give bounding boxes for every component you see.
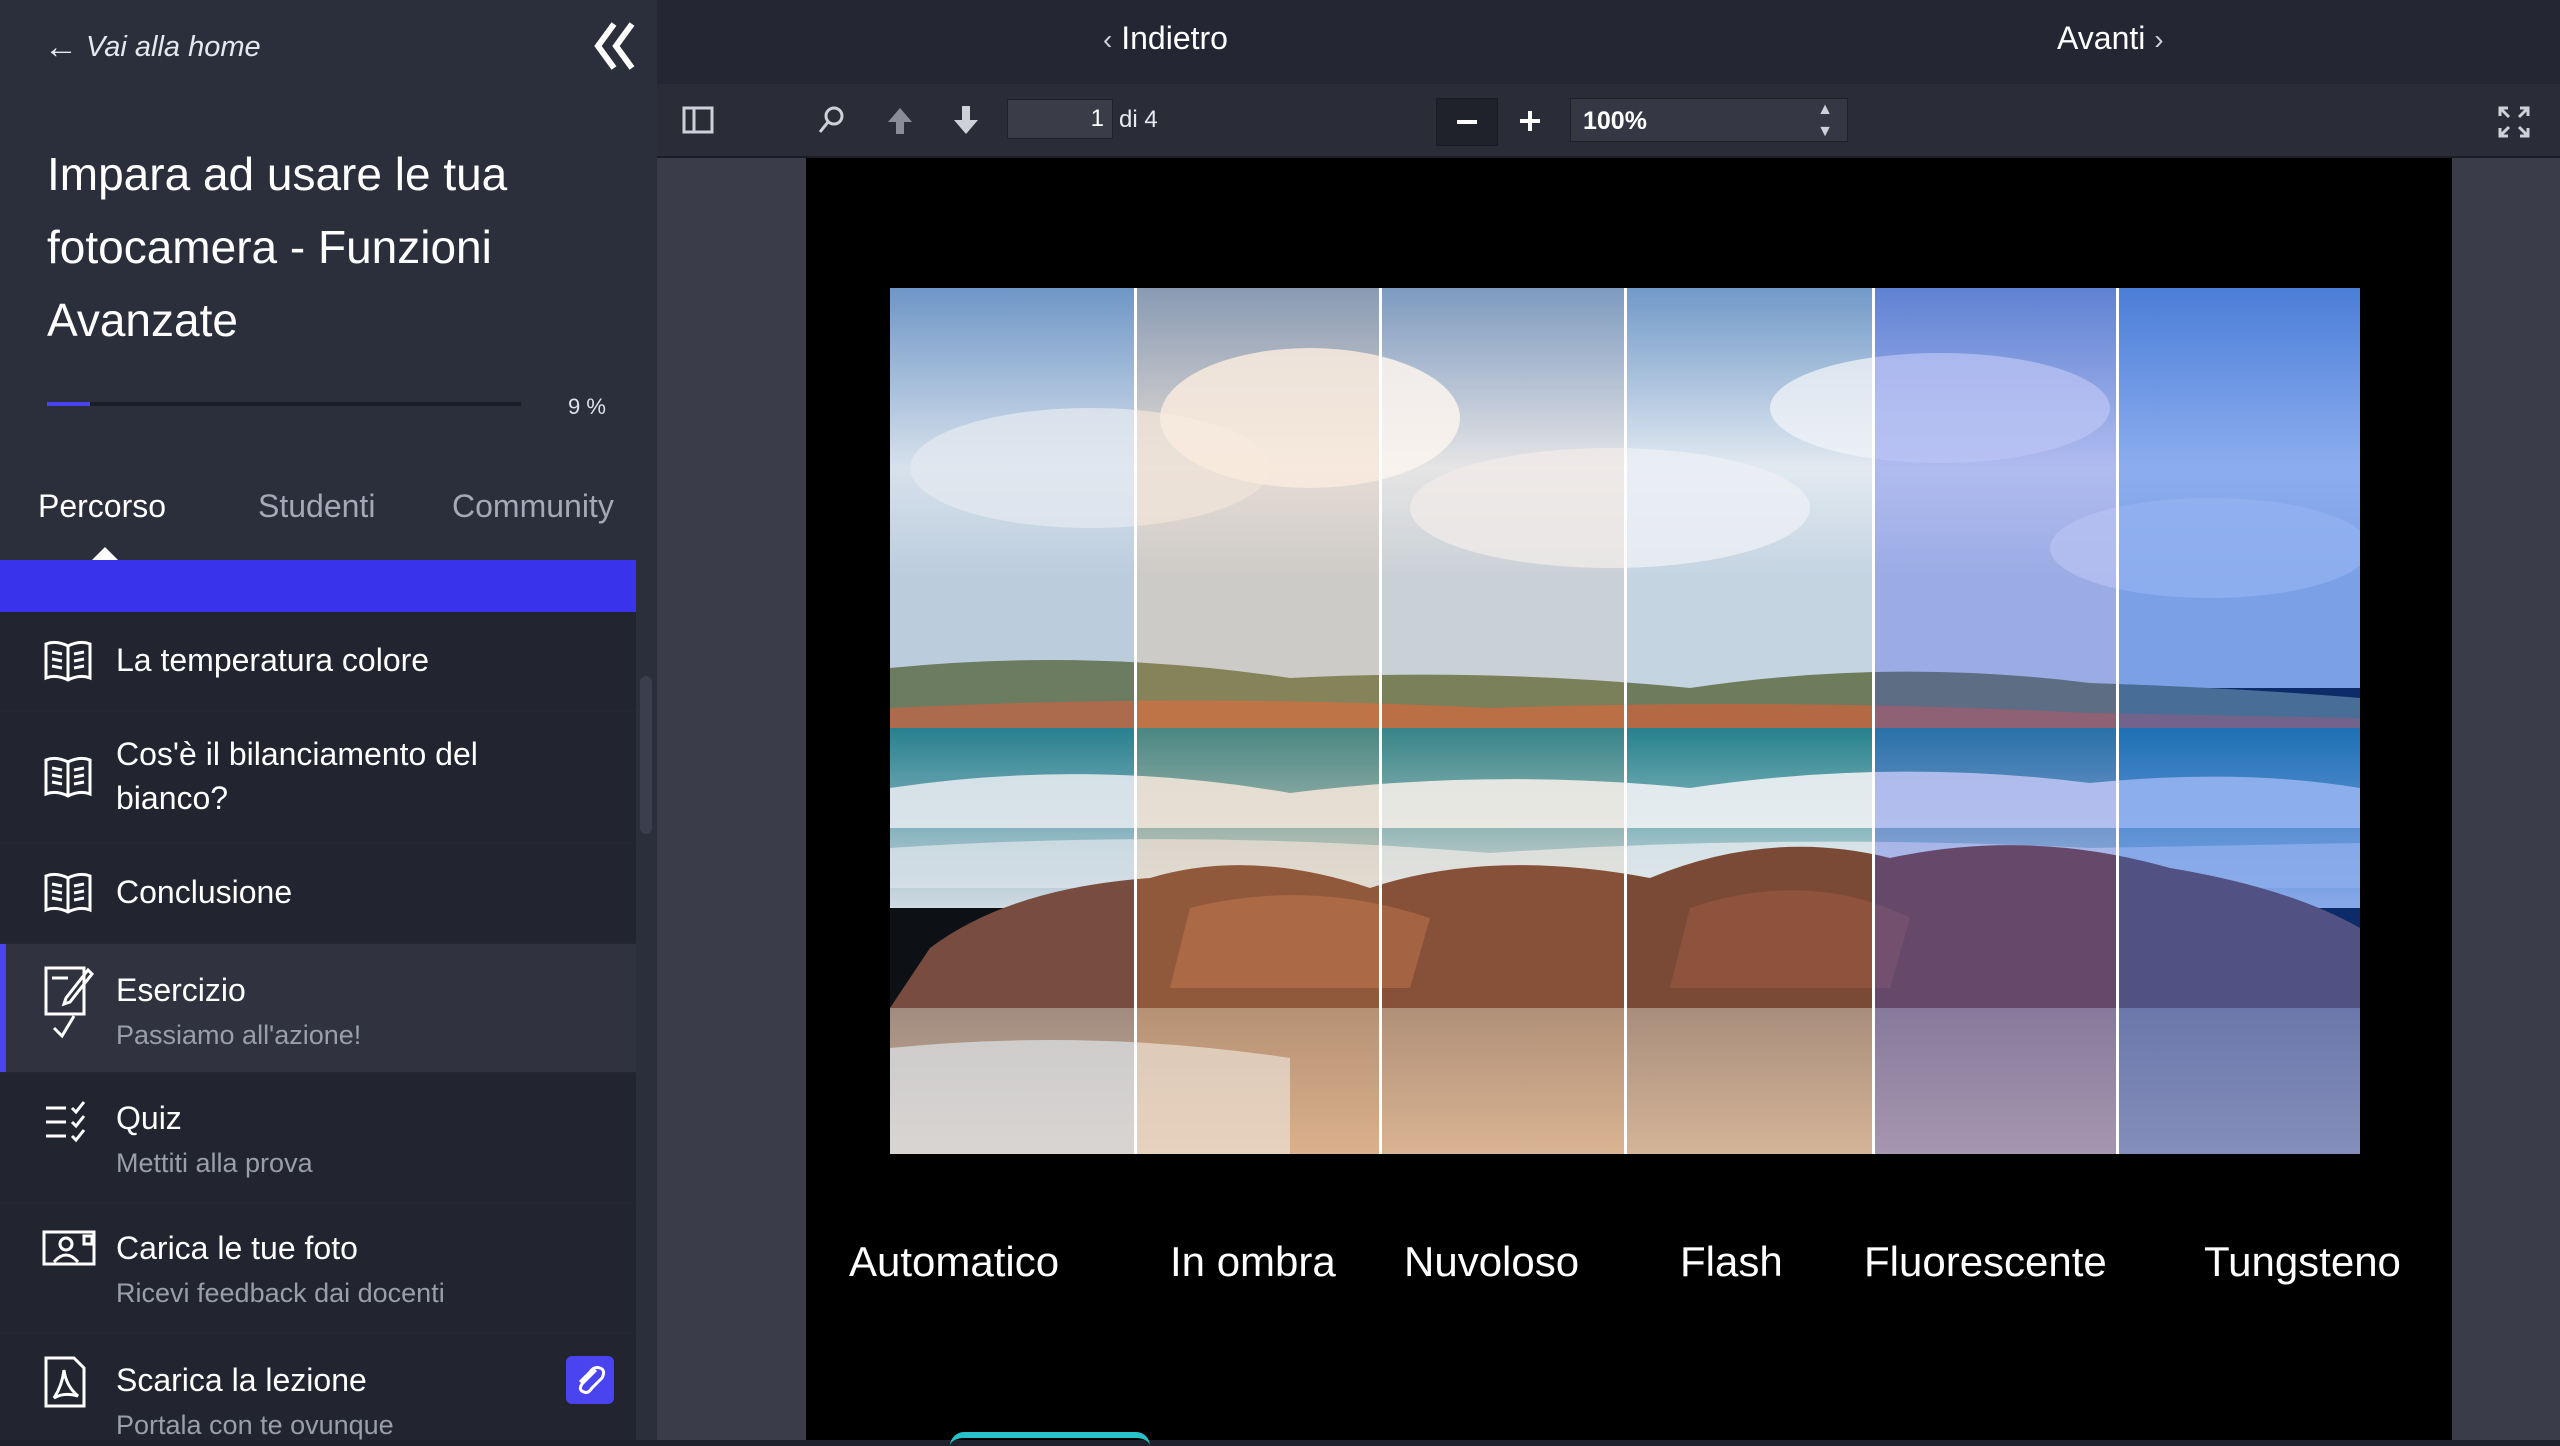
lesson-label: Quiz [116,1100,182,1136]
caption-automatico: Automatico [849,1238,1060,1285]
book-icon [42,866,94,918]
caption-fluorescente: Fluorescente [1864,1238,2107,1285]
white-balance-comparison-image [890,288,2360,1154]
lesson-subtitle: Passiamo all'azione! [116,1020,362,1050]
previous-button[interactable]: ‹ Indietro [1103,20,1228,57]
lesson-list: La temperatura colore Cos'è il bilanciam… [0,612,636,1440]
minus-icon [1437,120,1497,149]
search-icon[interactable] [814,102,850,138]
arrow-down-icon[interactable] [948,102,984,138]
sidebar-toggle-icon[interactable] [680,102,716,138]
lesson-label: La temperatura colore [116,642,430,678]
zoom-out-button[interactable] [1436,98,1498,146]
list-item[interactable]: Esercizio Passiamo all'azione! [0,944,636,1074]
course-progress-percent: 9 % [568,394,606,419]
lesson-label: Esercizio [116,972,246,1008]
page-number-input[interactable]: 1 [1007,99,1113,139]
caption-in-ombra: In ombra [1170,1238,1336,1285]
list-item[interactable]: Carica le tue foto Ricevi feedback dai d… [0,1204,636,1334]
tab-studenti[interactable]: Studenti [258,488,375,525]
list-item[interactable]: Quiz Mettiti alla prova [0,1074,636,1204]
tab-community[interactable]: Community [452,488,614,525]
attachment-button[interactable] [566,1356,614,1404]
select-arrows-icon: ▲ ▼ [1817,101,1833,140]
page-count: di 4 [1119,106,1158,133]
chevron-right-icon: › [2154,24,2164,55]
photo-upload-icon [42,1228,96,1280]
book-icon [42,750,94,802]
zoom-value: 100% [1583,107,1647,135]
zoom-select[interactable]: 100% ▲ ▼ [1570,98,1848,142]
list-item[interactable]: Scarica la lezione Portala con te ovunqu… [0,1334,636,1440]
arrow-left-icon: ← [44,28,78,66]
tab-percorso[interactable]: Percorso [38,488,166,525]
fullscreen-icon[interactable] [2496,104,2532,140]
arrow-up-icon[interactable] [882,102,918,138]
plus-icon [1500,111,1560,148]
lesson-navigation [657,0,2560,84]
previous-label: Indietro [1121,20,1228,56]
sidebar-tabs: Percorso Studenti Community [0,478,657,560]
caption-flash: Flash [1680,1238,1783,1285]
lesson-subtitle: Mettiti alla prova [116,1148,313,1178]
lesson-label: Conclusione [116,874,293,910]
book-icon [42,634,94,686]
next-button[interactable]: Avanti › [2057,20,2164,57]
lesson-subtitle: Portala con te ovunque [116,1410,394,1440]
lesson-subtitle: Ricevi feedback dai docenti [116,1278,445,1308]
active-tab-indicator [92,547,118,560]
course-progress-fill [47,402,90,406]
zoom-in-button[interactable] [1500,98,1560,144]
lesson-label: Cos'è il bilanciamento del bianco? [116,736,478,816]
course-progress-bar [47,402,521,406]
pdf-icon [42,1356,94,1408]
list-item[interactable]: Cos'è il bilanciamento del bianco? [0,712,636,844]
back-to-home-label: Vai alla home [86,31,261,63]
list-item[interactable]: La temperatura colore [0,612,636,712]
section-header-bar [0,560,636,612]
teal-arc-decoration [950,1432,1150,1446]
caption-nuvoloso: Nuvoloso [1404,1238,1580,1285]
next-label: Avanti [2057,20,2146,56]
course-sidebar: ← Vai alla home Impara ad usare le tua f… [0,0,657,1440]
list-item[interactable]: Conclusione [0,844,636,944]
collapse-sidebar-icon[interactable] [592,18,638,74]
paperclip-icon [566,1366,614,1408]
sidebar-scroll-thumb[interactable] [640,676,652,834]
lesson-label: Scarica la lezione [116,1362,367,1398]
lesson-label: Carica le tue foto [116,1230,358,1266]
chevron-left-icon: ‹ [1103,24,1113,55]
back-to-home-link[interactable]: ← Vai alla home [44,28,261,67]
caption-tungsteno: Tungsteno [2204,1238,2401,1285]
exercise-icon [42,964,95,1039]
course-title: Impara ad usare le tua fotocamera - Funz… [47,148,508,346]
quiz-icon [42,1098,94,1150]
